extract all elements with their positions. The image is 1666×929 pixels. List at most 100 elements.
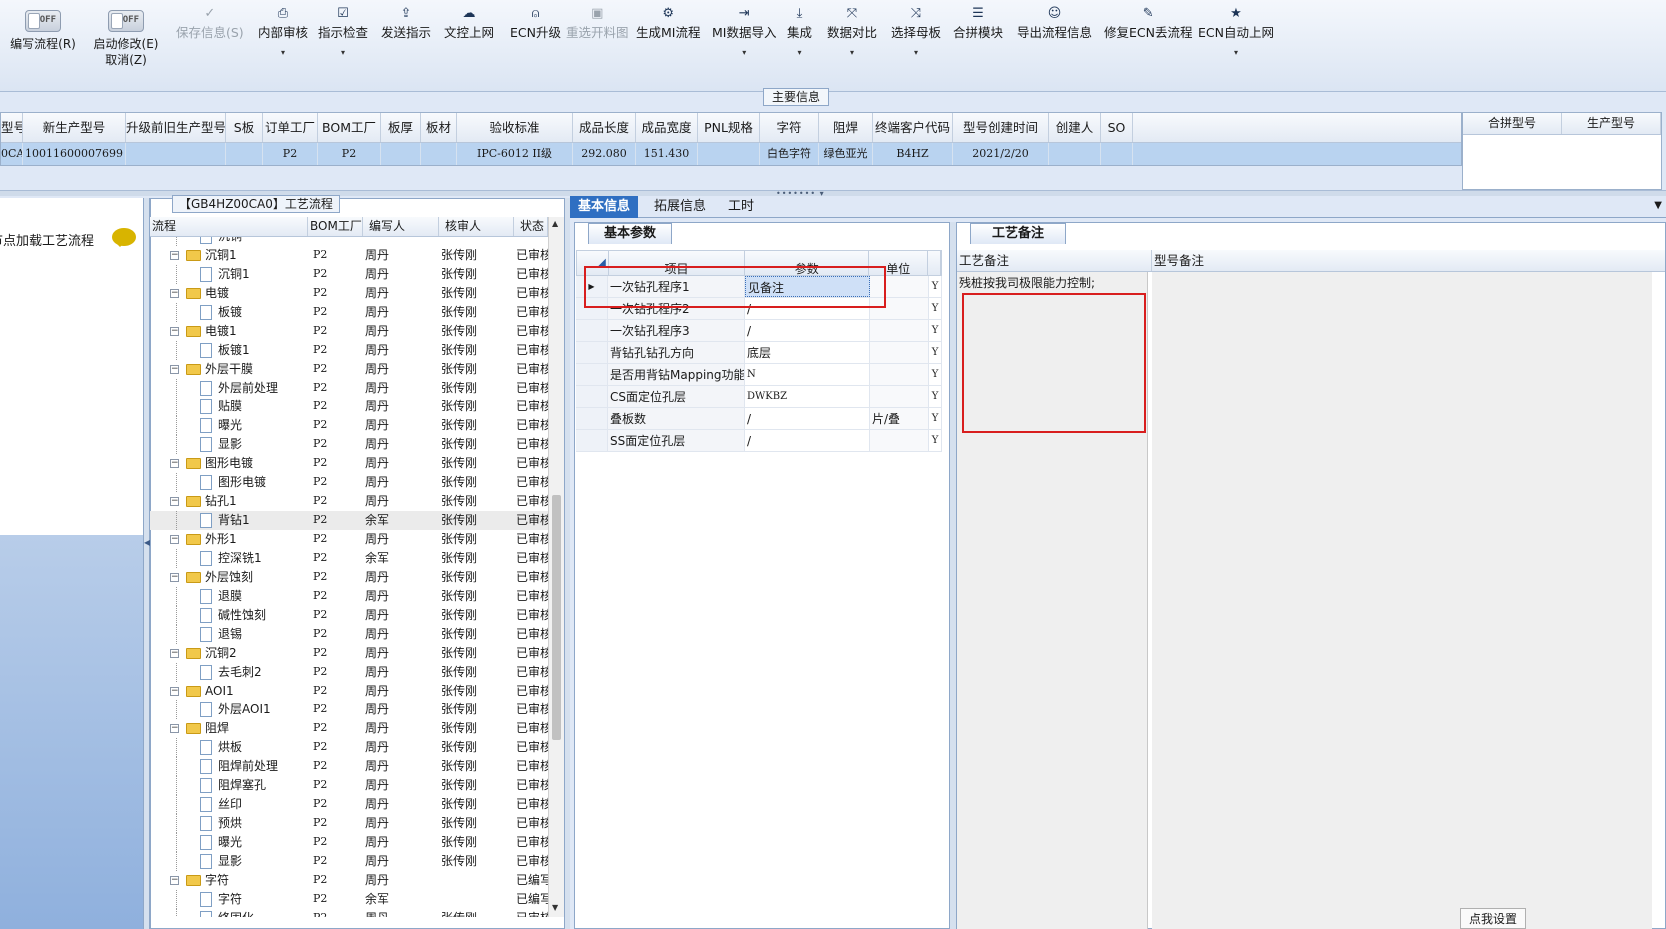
flow-node[interactable]: 沉铜1 bbox=[150, 264, 308, 284]
flow-tree-row[interactable]: 外层AOI1 P2 周丹 张传刚 已审核 bbox=[150, 700, 548, 720]
flow-tree-row[interactable]: 阻焊前处理 P2 周丹 张传刚 已审核 bbox=[150, 757, 548, 777]
set-button[interactable]: 点我设置 bbox=[1460, 908, 1526, 929]
flow-node[interactable]: − 外层蚀刻 bbox=[150, 568, 308, 587]
tree-collapse-icon[interactable]: − bbox=[170, 326, 179, 336]
flow-col-bom[interactable]: BOM工厂 bbox=[308, 217, 363, 236]
flow-node[interactable]: − 阻焊 bbox=[150, 719, 308, 738]
info-col-header[interactable]: 字符 bbox=[760, 113, 819, 142]
flow-node[interactable]: 退锡 bbox=[150, 624, 308, 644]
start-modify-toggle[interactable]: OFF bbox=[108, 10, 144, 32]
flow-tree-row[interactable]: 阻焊塞孔 P2 周丹 张传刚 已审核 bbox=[150, 776, 548, 796]
info-col-header[interactable]: 终端客户代码 bbox=[873, 113, 953, 142]
flow-tree-row[interactable]: 丝印 P2 周丹 张传刚 已审核 bbox=[150, 795, 548, 815]
flow-node[interactable]: 沉铜 bbox=[150, 237, 308, 246]
info-col-header[interactable]: 验收标准 bbox=[457, 113, 573, 142]
flow-tree-row[interactable]: − 沉铜1 P2 周丹 张传刚 已审核 bbox=[150, 246, 548, 265]
tree-collapse-icon[interactable]: − bbox=[170, 572, 179, 582]
info-col-header[interactable]: S板 bbox=[226, 113, 263, 142]
param-value[interactable]: / bbox=[745, 298, 870, 319]
row-indicator[interactable] bbox=[576, 342, 608, 363]
flow-tree-row[interactable]: 退膜 P2 周丹 张传刚 已审核 bbox=[150, 586, 548, 606]
doc-control-upload-button[interactable]: ☁ 文控上网 bbox=[444, 6, 494, 42]
tree-collapse-icon[interactable]: − bbox=[170, 497, 179, 507]
flow-node[interactable]: − 图形电镀 bbox=[150, 454, 308, 473]
params-corner[interactable]: ◢ bbox=[577, 251, 609, 275]
flow-node[interactable]: − 外层干膜 bbox=[150, 360, 308, 379]
tree-collapse-icon[interactable]: − bbox=[170, 686, 179, 696]
info-col-header[interactable]: 型号 bbox=[1, 113, 23, 142]
flow-tree-row[interactable]: − 字符 P2 周丹 已编写 bbox=[150, 871, 548, 890]
flow-node[interactable]: − 沉铜1 bbox=[150, 246, 308, 265]
flow-tree-row[interactable]: 板镀 P2 周丹 张传刚 已审核 bbox=[150, 302, 548, 322]
instruction-check-button[interactable]: ☑ 指示检查 ▾ bbox=[318, 6, 368, 57]
chevron-down-icon[interactable]: ▾ bbox=[891, 48, 941, 57]
flow-node[interactable]: − 电镀 bbox=[150, 284, 308, 303]
flow-node[interactable]: − 钻孔1 bbox=[150, 492, 308, 511]
flow-tree-row[interactable]: 去毛刺2 P2 周丹 张传刚 已审核 bbox=[150, 662, 548, 682]
save-info-button[interactable]: ✓ 保存信息(S) bbox=[176, 6, 244, 42]
flow-node[interactable]: 烘板 bbox=[150, 738, 308, 758]
info-col-header[interactable]: PNL规格 bbox=[698, 113, 760, 142]
flow-node[interactable]: 外层AOI1 bbox=[150, 700, 308, 720]
integrate-button[interactable]: ⤓ 集成 ▾ bbox=[787, 6, 812, 57]
info-col-header[interactable]: 升级前旧生产型号 bbox=[126, 113, 226, 142]
flow-node[interactable]: 板镀 bbox=[150, 302, 308, 322]
row-pointer-icon[interactable]: ▶ bbox=[576, 276, 608, 297]
chat-bubble-icon[interactable] bbox=[112, 228, 136, 247]
flow-node[interactable]: 预烘 bbox=[150, 814, 308, 833]
tree-collapse-icon[interactable]: − bbox=[170, 535, 179, 544]
flow-col-status[interactable]: 状态 bbox=[514, 217, 548, 236]
flow-node[interactable]: − 外形1 bbox=[150, 530, 308, 549]
info-col-header[interactable]: 型号创建时间 bbox=[953, 113, 1049, 142]
tree-collapse-icon[interactable]: − bbox=[170, 364, 179, 374]
flow-node[interactable]: 曝光 bbox=[150, 416, 308, 436]
param-row[interactable]: 一次钻孔程序2/ Y bbox=[576, 298, 942, 320]
scroll-down-icon[interactable]: ▼ bbox=[552, 903, 558, 912]
flow-tree-row[interactable]: 字符 P2 余军 已编写 bbox=[150, 889, 548, 909]
chevron-down-icon[interactable]: ▾ bbox=[258, 48, 308, 57]
info-col-header[interactable]: 新生产型号 bbox=[23, 113, 126, 142]
ecn-auto-upload-button[interactable]: ★ ECN自动上网 ▾ bbox=[1198, 6, 1274, 57]
ecn-upgrade-button[interactable]: ⍝ ECN升级 bbox=[510, 6, 561, 42]
param-value[interactable]: N bbox=[745, 364, 870, 385]
flow-tree-row[interactable]: 外层前处理 P2 周丹 张传刚 已审核 bbox=[150, 378, 548, 398]
param-value[interactable]: / bbox=[745, 430, 870, 451]
tab-extended-info[interactable]: 拓展信息 bbox=[646, 196, 714, 218]
select-master-board-button[interactable]: ⤨ 选择母板 ▾ bbox=[891, 6, 941, 57]
flow-node[interactable]: 背钻1 bbox=[150, 511, 308, 530]
generate-mi-flow-button[interactable]: ⚙ 生成MI流程 bbox=[636, 6, 700, 42]
reselect-cutting-map-button[interactable]: ▣ 重选开料图 bbox=[566, 6, 629, 42]
param-value[interactable]: 底层 bbox=[745, 342, 870, 363]
params-col-value[interactable]: 参数 bbox=[745, 251, 870, 275]
param-value[interactable]: DWKBZ bbox=[745, 386, 870, 407]
flow-node[interactable]: 板镀1 bbox=[150, 340, 308, 360]
flow-tree-row[interactable]: 烘板 P2 周丹 张传刚 已审核 bbox=[150, 738, 548, 758]
flow-tree-row[interactable]: 碱性蚀刻 P2 周丹 张传刚 已审核 bbox=[150, 605, 548, 625]
flow-tree-row[interactable]: 板镀1 P2 周丹 张传刚 已审核 bbox=[150, 340, 548, 360]
flow-node[interactable]: 显影 bbox=[150, 851, 308, 871]
info-col-header[interactable]: 板厚 bbox=[381, 113, 421, 142]
flow-node[interactable]: 图形电镀 bbox=[150, 473, 308, 493]
flow-node[interactable]: 阻焊前处理 bbox=[150, 757, 308, 777]
flow-tree-row[interactable]: − 外层蚀刻 P2 周丹 张传刚 已审核 bbox=[150, 568, 548, 587]
scroll-thumb[interactable] bbox=[552, 495, 561, 740]
param-row[interactable]: ▶ 一次钻孔程序1 见备注 Y bbox=[576, 276, 942, 298]
tab-work-hours[interactable]: 工时 bbox=[720, 196, 762, 218]
tree-collapse-icon[interactable]: − bbox=[170, 288, 179, 298]
flow-tree-row[interactable]: − 外形1 P2 周丹 张传刚 已审核 bbox=[150, 530, 548, 549]
param-row[interactable]: 一次钻孔程序3/ Y bbox=[576, 320, 942, 342]
row-indicator[interactable] bbox=[576, 386, 608, 407]
param-value[interactable]: / bbox=[745, 408, 870, 429]
tree-collapse-icon[interactable]: − bbox=[170, 250, 179, 260]
flow-tree-row[interactable]: − 图形电镀 P2 周丹 张传刚 已审核 bbox=[150, 454, 548, 473]
flow-node[interactable]: 丝印 bbox=[150, 795, 308, 815]
model-note-textarea[interactable] bbox=[1152, 272, 1652, 929]
tree-collapse-icon[interactable]: − bbox=[170, 875, 179, 885]
info-col-header[interactable]: SO bbox=[1101, 113, 1133, 142]
mid-splitter[interactable] bbox=[565, 198, 570, 929]
flow-tree-row[interactable]: − 外层干膜 P2 周丹 张传刚 已审核 bbox=[150, 360, 548, 379]
data-compare-button[interactable]: ⤧ 数据对比 ▾ bbox=[827, 6, 877, 57]
params-col-unit[interactable]: 单位 bbox=[869, 251, 929, 275]
main-info-selected-row[interactable]: 0CA010011600007699 P2P2 IPC-6012 II级292.08… bbox=[1, 143, 1461, 165]
row-indicator[interactable] bbox=[576, 298, 608, 319]
